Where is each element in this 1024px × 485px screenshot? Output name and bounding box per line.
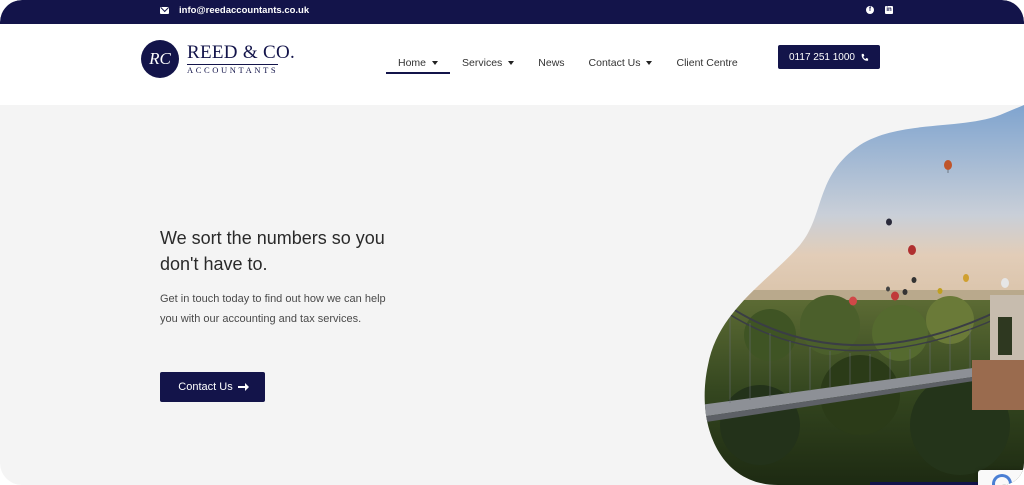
envelope-icon bbox=[160, 7, 169, 14]
nav-label: Client Centre bbox=[676, 56, 738, 69]
social-links: f in bbox=[866, 6, 893, 14]
contact-us-button[interactable]: Contact Us bbox=[160, 372, 265, 402]
hero-subtext: Get in touch today to find out how we ca… bbox=[160, 293, 386, 325]
nav-services[interactable]: Services bbox=[450, 52, 526, 73]
logo-subtitle: ACCOUNTANTS bbox=[187, 65, 279, 75]
phone-icon bbox=[861, 53, 869, 61]
caret-down-icon bbox=[432, 60, 439, 65]
nav-home[interactable]: Home bbox=[386, 52, 451, 74]
site-header: RC REED & CO. ACCOUNTANTS Home Services … bbox=[0, 24, 1024, 105]
phone-button[interactable]: 0117 251 1000 bbox=[778, 45, 880, 69]
caret-down-icon bbox=[508, 60, 515, 65]
nav-contact-us[interactable]: Contact Us bbox=[577, 52, 665, 73]
arrow-right-icon bbox=[237, 383, 249, 391]
linkedin-icon[interactable]: in bbox=[885, 6, 893, 14]
nav-news[interactable]: News bbox=[526, 52, 576, 73]
logo-name[interactable]: REED & CO. bbox=[187, 42, 295, 64]
email-text: info@reedaccountants.co.uk bbox=[179, 5, 310, 16]
logo-monogram[interactable]: RC bbox=[141, 40, 179, 78]
caret-down-icon bbox=[646, 60, 653, 65]
facebook-icon[interactable]: f bbox=[866, 6, 874, 14]
phone-number: 0117 251 1000 bbox=[789, 51, 855, 63]
nav-label: News bbox=[538, 56, 565, 69]
nav-label: Services bbox=[462, 56, 503, 69]
hero-headline: We sort the numbers so you don't have to… bbox=[160, 228, 385, 274]
nav-label: Home bbox=[398, 56, 427, 69]
nav-label: Contact Us bbox=[588, 56, 641, 69]
hero-bridge-image bbox=[704, 105, 1024, 485]
nav-client-centre[interactable]: Client Centre bbox=[664, 52, 749, 73]
main-nav: Home Services News Contact Us Client Cen… bbox=[386, 52, 750, 74]
cta-label: Contact Us bbox=[178, 381, 233, 393]
top-bar: info@reedaccountants.co.uk f in bbox=[0, 0, 1024, 24]
email-link[interactable]: info@reedaccountants.co.uk bbox=[160, 5, 309, 16]
hero-section: We sort the numbers so you don't have to… bbox=[0, 105, 1024, 485]
page: info@reedaccountants.co.uk f in RC REED … bbox=[0, 0, 1024, 485]
recaptcha-badge[interactable] bbox=[978, 470, 1024, 485]
